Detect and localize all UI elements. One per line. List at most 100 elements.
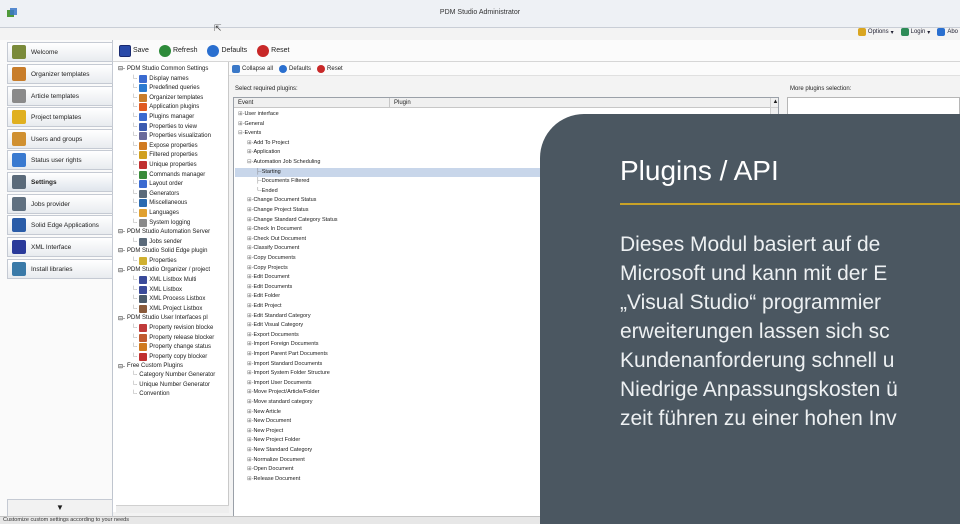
grid-row[interactable]: ⊞-Copy Documents [247,255,296,261]
grid-row[interactable]: ⊞-New Project Folder [247,437,300,443]
menu-login[interactable]: Login ▾ [900,28,930,36]
tree-item[interactable]: └- Properties to view [131,122,197,131]
tree-expander[interactable]: ⊟- [118,315,125,322]
sidebar-item-settings[interactable]: Settings [7,172,113,192]
sidebar-item-jobs-provider[interactable]: Jobs provider [7,194,113,214]
grid-row[interactable]: ⊞-New Project [247,428,283,434]
grid-row[interactable]: ⊞-Change Project Status [247,207,309,213]
tree-item[interactable]: └- XML Listbox Multi [131,276,196,285]
sidebar-item-article-templates[interactable]: Article templates [7,86,113,106]
tree-item[interactable]: └- Expose properties [131,141,198,150]
tree-item[interactable]: └- Convention [131,391,170,397]
sidebar-item-organizer-templates[interactable]: Organizer templates [7,64,113,84]
tree-item[interactable]: └- Commands manager [131,170,205,179]
grid-row[interactable]: ⊞-Open Document [247,466,294,472]
plugins-reset-button[interactable]: Reset [317,64,343,73]
refresh-button[interactable]: Refresh [158,44,197,57]
tree-horizontal-scrollbar[interactable] [116,505,229,513]
plugins-defaults-button[interactable]: Defaults [279,64,311,73]
grid-row[interactable]: ⊞-Check Out Document [247,236,306,242]
sidebar-scroll-down-button[interactable]: ▼ [7,499,113,517]
tree-group[interactable]: ⊟- PDM Studio Common Settings [118,65,208,73]
grid-row[interactable]: ⊞-Edit Documents [247,284,292,290]
grid-row[interactable]: ⊟-Events [238,130,261,136]
tree-item[interactable]: └- Miscellaneous [131,199,187,208]
column-header-event[interactable]: Event [238,100,253,106]
tree-item[interactable]: └- Properties visualization [131,132,211,141]
grid-row[interactable]: ⊞-Check In Document [247,226,302,232]
grid-row[interactable]: └-Ended [256,188,278,194]
grid-row[interactable]: ⊞-Classify Document [247,245,299,251]
grid-row[interactable]: ⊞-Normalize Document [247,457,305,463]
grid-row-selected[interactable]: ├-Starting [256,169,281,175]
tree-item[interactable]: └- Display names [131,74,189,83]
sidebar-item-welcome[interactable]: Welcome [7,42,113,62]
tree-group[interactable]: ⊟- PDM Studio User Interfaces pl [118,315,208,322]
tree-expander[interactable]: ⊟- [118,363,125,370]
grid-row[interactable]: ⊞-Import Parent Part Documents [247,351,328,357]
tree-item[interactable]: └- Languages [131,209,179,217]
grid-row[interactable]: ⊞-Edit Document [247,274,290,280]
sidebar-item-xml-interface[interactable]: XML Interface [7,237,113,257]
grid-row[interactable]: ├-Documents Filtered [256,178,309,184]
grid-row[interactable]: ⊞-Import System Folder Structure [247,370,330,376]
tree-item[interactable]: └- Unique properties [131,161,197,169]
grid-row[interactable]: ⊞-New Document [247,418,291,424]
grid-row[interactable]: ⊞-Move standard category [247,399,312,405]
tree-item[interactable]: └- Generators [131,189,179,198]
tree-item[interactable]: └- XML Process Listbox [131,295,205,304]
sidebar-item-status-user-rights[interactable]: Status user rights [7,150,113,170]
grid-row[interactable]: ⊞-New Article [247,409,281,415]
menu-abo[interactable]: Abo [937,28,958,36]
grid-row[interactable]: ⊟-Automation Job Scheduling [247,159,320,165]
reset-button[interactable]: Reset [257,44,289,57]
grid-row[interactable]: ⊞-New Standard Category [247,447,312,453]
tree-item[interactable]: └- Jobs sender [131,237,182,246]
grid-row[interactable]: ⊞-Change Standard Category Status [247,217,338,223]
tree-item[interactable]: └- Layout order [131,180,183,189]
tree-expander[interactable]: ⊟- [118,247,125,254]
tree-item[interactable]: └- Category Number Generator [131,372,215,378]
tree-expander[interactable]: ⊟- [118,228,125,235]
tree-item[interactable]: └- Predefined queries [131,84,200,93]
tree-item[interactable]: └- Plugins manager [131,113,194,121]
grid-row[interactable]: ⊞-Move Project/Article/Folder [247,389,319,395]
tree-expander[interactable]: ⊟- [118,267,125,274]
grid-row[interactable]: ⊞-Export Documents [247,332,299,338]
grid-row[interactable]: ⊞-Add To Project [247,140,289,146]
scroll-up-button[interactable]: ▲ [771,98,778,108]
tree-group[interactable]: ⊟- PDM Studio Organizer / project [118,267,210,274]
tree-expander[interactable]: ⊟- [118,65,125,72]
tree-item[interactable]: └- Filtered properties [131,151,198,160]
tree-item[interactable]: └- Property revision blocke [131,324,213,333]
grid-row[interactable]: ⊞-User interface [238,111,279,117]
tree-group[interactable]: ⊟- PDM Studio Solid Edge plugin [118,247,207,255]
grid-row[interactable]: ⊞-Copy Projects [247,265,288,271]
collapse-all-button[interactable]: Collapse all [232,64,273,73]
grid-row[interactable]: ⊞-Import Foreign Documents [247,341,319,347]
tree-item[interactable]: └- XML Project Listbox [131,305,202,313]
grid-row[interactable]: ⊞-Release Document [247,476,300,482]
column-divider[interactable] [389,98,390,108]
grid-row[interactable]: ⊞-Application [247,149,280,155]
tree-item[interactable]: └- Unique Number Generator [131,382,210,388]
grid-row[interactable]: ⊞-Import Standard Documents [247,361,322,367]
sidebar-item-install-libraries[interactable]: Install libraries [7,259,113,279]
grid-row[interactable]: ⊞-Edit Project [247,303,282,309]
tree-item[interactable]: └- Property copy blocker [131,353,207,361]
tree-item[interactable]: └- Application plugins [131,103,199,112]
sidebar-item-solid-edge-applications[interactable]: Solid Edge Applications [7,215,113,235]
grid-row[interactable]: ⊞-Edit Visual Category [247,322,303,328]
tree-item[interactable]: └- System logging [131,218,190,227]
menu-options[interactable]: Options ▾ [857,28,894,36]
tree-item[interactable]: └- Properties [131,257,177,265]
tree-item[interactable]: └- Property release blocker [131,333,214,342]
grid-row[interactable]: ⊞-Edit Folder [247,293,280,299]
tree-item[interactable]: └- Organizer templates [131,93,203,102]
tree-group[interactable]: ⊟- Free Custom Plugins [118,363,183,370]
tree-item[interactable]: └- XML Listbox [131,285,182,294]
tree-group[interactable]: ⊟- PDM Studio Automation Server [118,228,210,236]
defaults-button[interactable]: Defaults [207,44,247,57]
save-button[interactable]: Save [119,44,149,57]
grid-row[interactable]: ⊞-General [238,121,264,127]
